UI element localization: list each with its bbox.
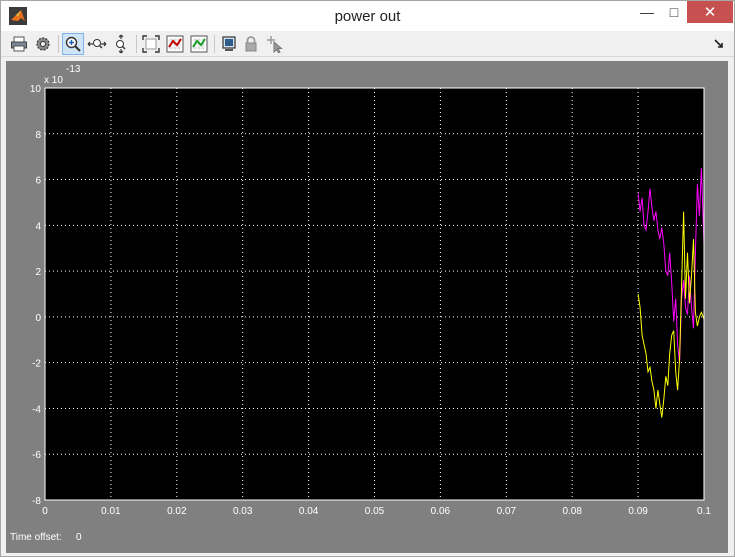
zoom-x-button[interactable] xyxy=(86,33,108,55)
lock-icon xyxy=(245,36,257,52)
scope-chart[interactable]: 0 0.01 0.02 0.03 0.04 0.05 0.06 0.07 0.08 0.09 0.1… xyxy=(6,61,728,553)
float-icon xyxy=(222,36,236,51)
scope-display: 0 0.01 0.02 0.03 0.04 0.05 0.06 0.07 0.08 0.09 0.1… xyxy=(6,61,728,553)
signal-selection-icon xyxy=(267,36,283,53)
restore-axes-button[interactable] xyxy=(188,33,210,55)
window-title: power out xyxy=(334,8,401,25)
parameters-button[interactable] xyxy=(32,33,54,55)
y-tick-label: -6 xyxy=(32,450,41,461)
y-exponent-power: -13 xyxy=(66,64,81,75)
print-button[interactable] xyxy=(8,33,30,55)
zoom-x-icon xyxy=(87,39,107,49)
toolbar-separator xyxy=(136,35,137,53)
scope-toolbar xyxy=(1,31,734,57)
y-tick-label: -4 xyxy=(32,404,41,415)
plot-area xyxy=(45,88,704,500)
x-tick-label: 0.03 xyxy=(233,506,253,517)
float-button[interactable] xyxy=(218,33,240,55)
zoom-y-button[interactable] xyxy=(110,33,132,55)
x-tick-label: 0.07 xyxy=(497,506,517,517)
x-tick-label: 0.06 xyxy=(431,506,451,517)
title-bar: power out — □ ✕ xyxy=(1,1,734,31)
y-tick-label: -2 xyxy=(32,359,41,370)
minimize-button[interactable]: — xyxy=(633,1,661,23)
restore-axes-icon xyxy=(190,35,208,53)
y-tick-label: 10 xyxy=(30,84,42,95)
save-axes-button[interactable] xyxy=(164,33,186,55)
x-tick-label: 0.08 xyxy=(562,506,582,517)
y-tick-label: 4 xyxy=(35,221,41,232)
autoscale-icon xyxy=(142,35,160,53)
x-tick-label: 0.01 xyxy=(101,506,121,517)
close-button[interactable]: ✕ xyxy=(687,1,733,23)
x-tick-label: 0 xyxy=(42,506,48,517)
y-tick-label: 0 xyxy=(35,313,41,324)
x-tick-label: 0.09 xyxy=(628,506,648,517)
time-offset-label: Time offset: xyxy=(10,532,62,543)
x-tick-label: 0.02 xyxy=(167,506,187,517)
y-tick-label: 2 xyxy=(35,267,41,278)
y-tick-label: -8 xyxy=(32,496,41,507)
y-tick-label: 6 xyxy=(35,176,41,187)
y-exponent-base: x 10 xyxy=(44,75,63,86)
x-tick-label: 0.04 xyxy=(299,506,319,517)
scope-window: power out — □ ✕ 0 0.01 0.02 0.03 0.04 0.… xyxy=(0,0,735,557)
zoom-y-icon xyxy=(116,34,126,54)
signal-selection-button[interactable] xyxy=(264,33,286,55)
zoom-in-button[interactable] xyxy=(62,33,84,55)
x-tick-label: 0.1 xyxy=(697,506,711,517)
x-tick-label: 0.05 xyxy=(365,506,385,517)
zoom-in-icon xyxy=(65,36,81,52)
dock-arrow-icon[interactable] xyxy=(714,39,724,49)
time-offset-value: 0 xyxy=(76,532,82,543)
toolbar-separator xyxy=(58,35,59,53)
lock-axes-button[interactable] xyxy=(240,33,262,55)
y-tick-label: 8 xyxy=(35,130,41,141)
settings-icon xyxy=(36,37,50,51)
toolbar-separator xyxy=(214,35,215,53)
maximize-button[interactable]: □ xyxy=(661,1,687,23)
autoscale-button[interactable] xyxy=(140,33,162,55)
print-icon xyxy=(11,36,27,52)
save-axes-icon xyxy=(166,35,184,53)
